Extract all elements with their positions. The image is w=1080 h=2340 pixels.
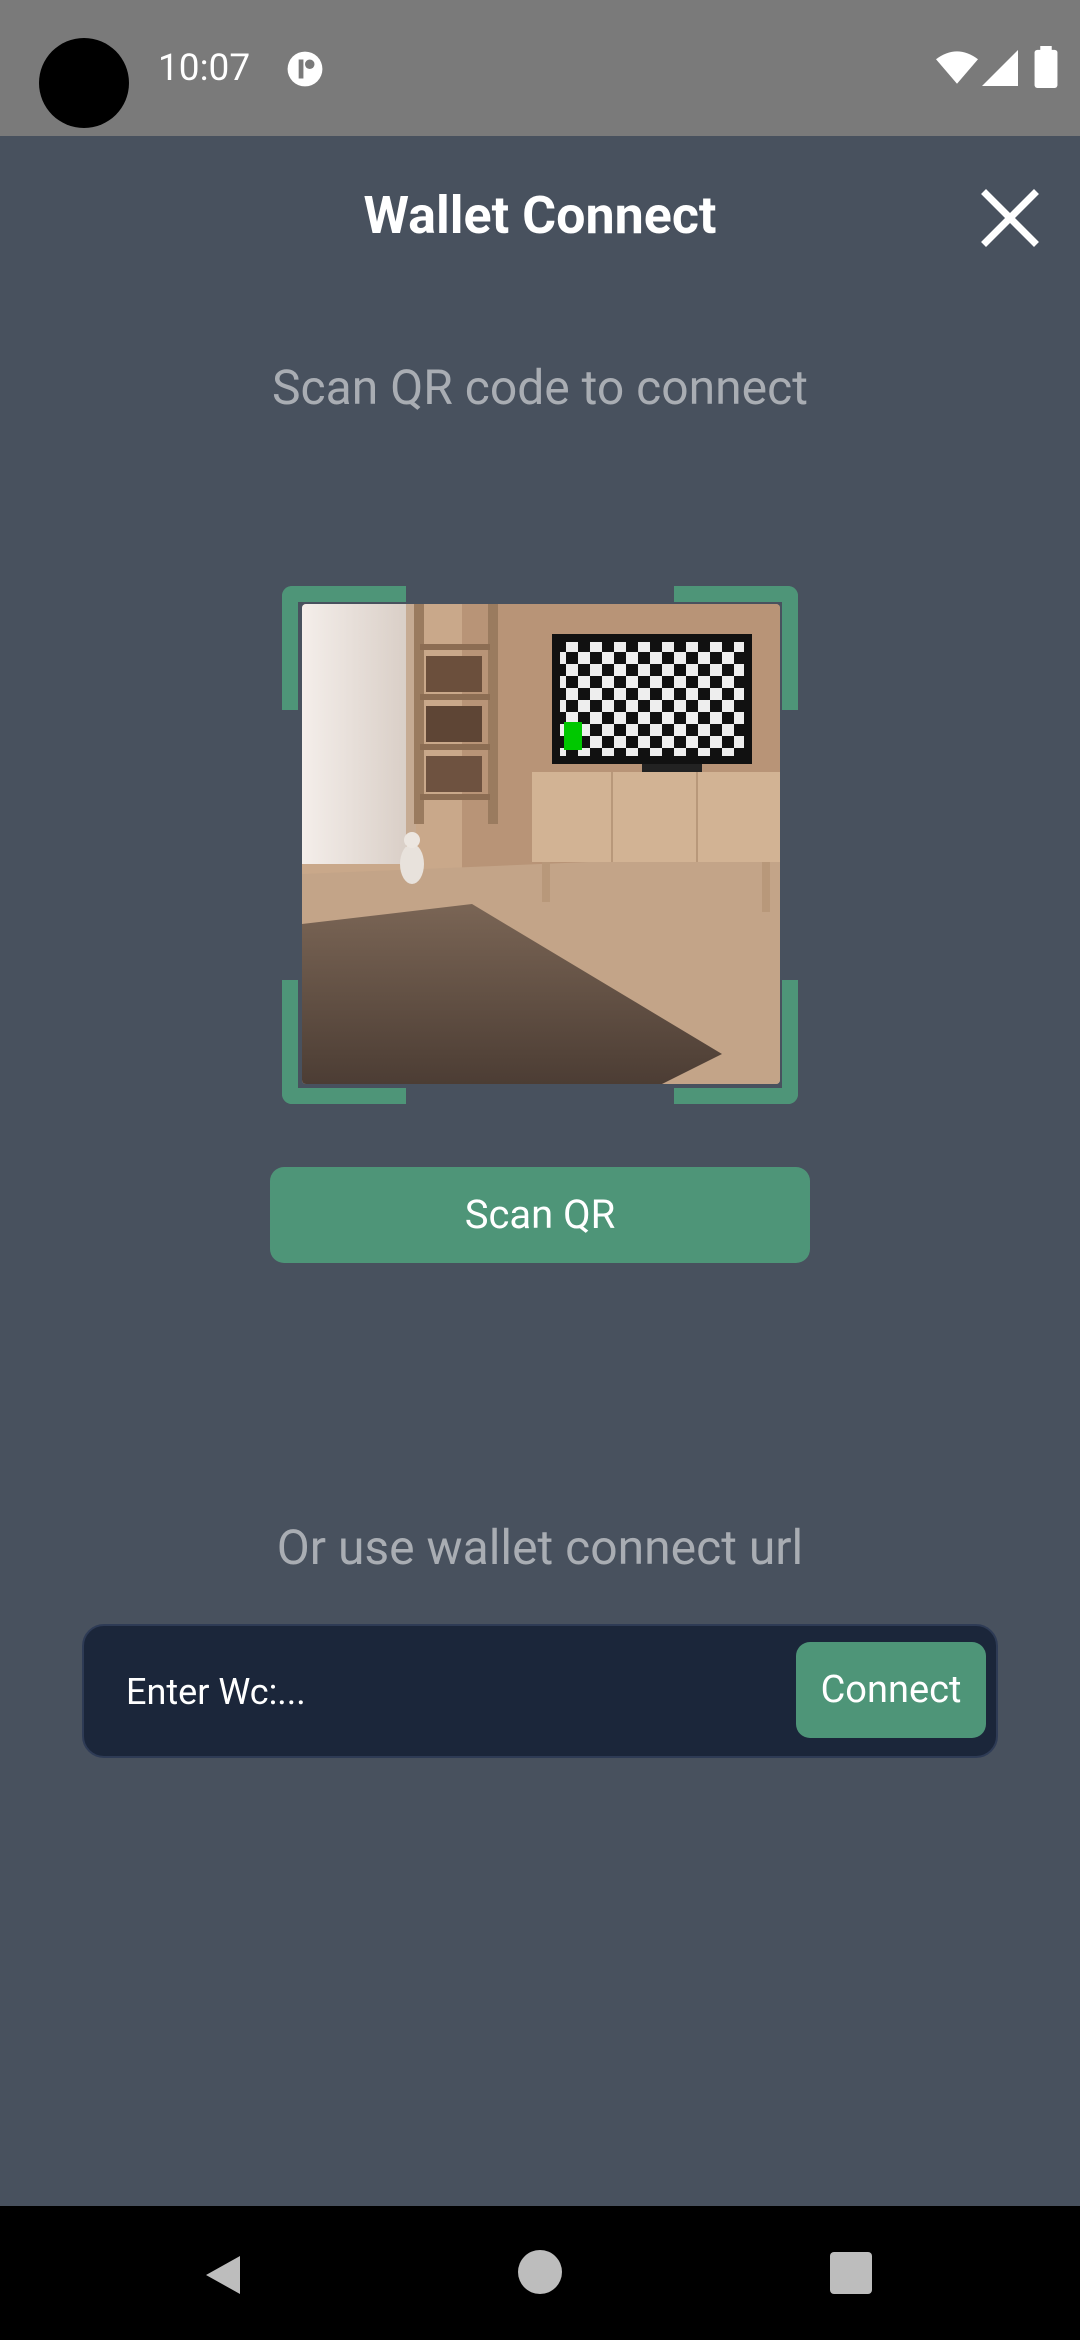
wifi-icon [936,51,978,84]
back-icon[interactable] [200,2250,250,2300]
scan-instruction: Scan QR code to connect [272,359,808,416]
wc-url-input[interactable] [124,1626,848,1758]
connect-button[interactable]: Connect [796,1642,986,1738]
wallet-connect-url-form: Connect [82,1624,998,1758]
recents-icon[interactable] [830,2252,872,2294]
signal-icon [982,50,1018,86]
home-icon[interactable] [518,2250,562,2294]
scanner-corner-top-left [282,586,406,710]
status-bar: 10:07 [0,0,1080,136]
scanner-corner-bottom-left [282,980,406,1104]
notification-icon [287,51,323,87]
camera-cutout [39,38,129,128]
qr-scanner-frame[interactable] [282,586,798,1104]
status-time: 10:07 [158,47,251,90]
close-icon[interactable] [976,184,1044,252]
scan-qr-button[interactable]: Scan QR [270,1167,810,1263]
page-title: Wallet Connect [363,185,717,246]
scanner-corner-top-right [674,586,798,710]
url-section-label: Or use wallet connect url [276,1519,804,1576]
battery-icon [1034,46,1058,88]
scanner-corner-bottom-right [674,980,798,1104]
navigation-bar [0,2206,1080,2340]
